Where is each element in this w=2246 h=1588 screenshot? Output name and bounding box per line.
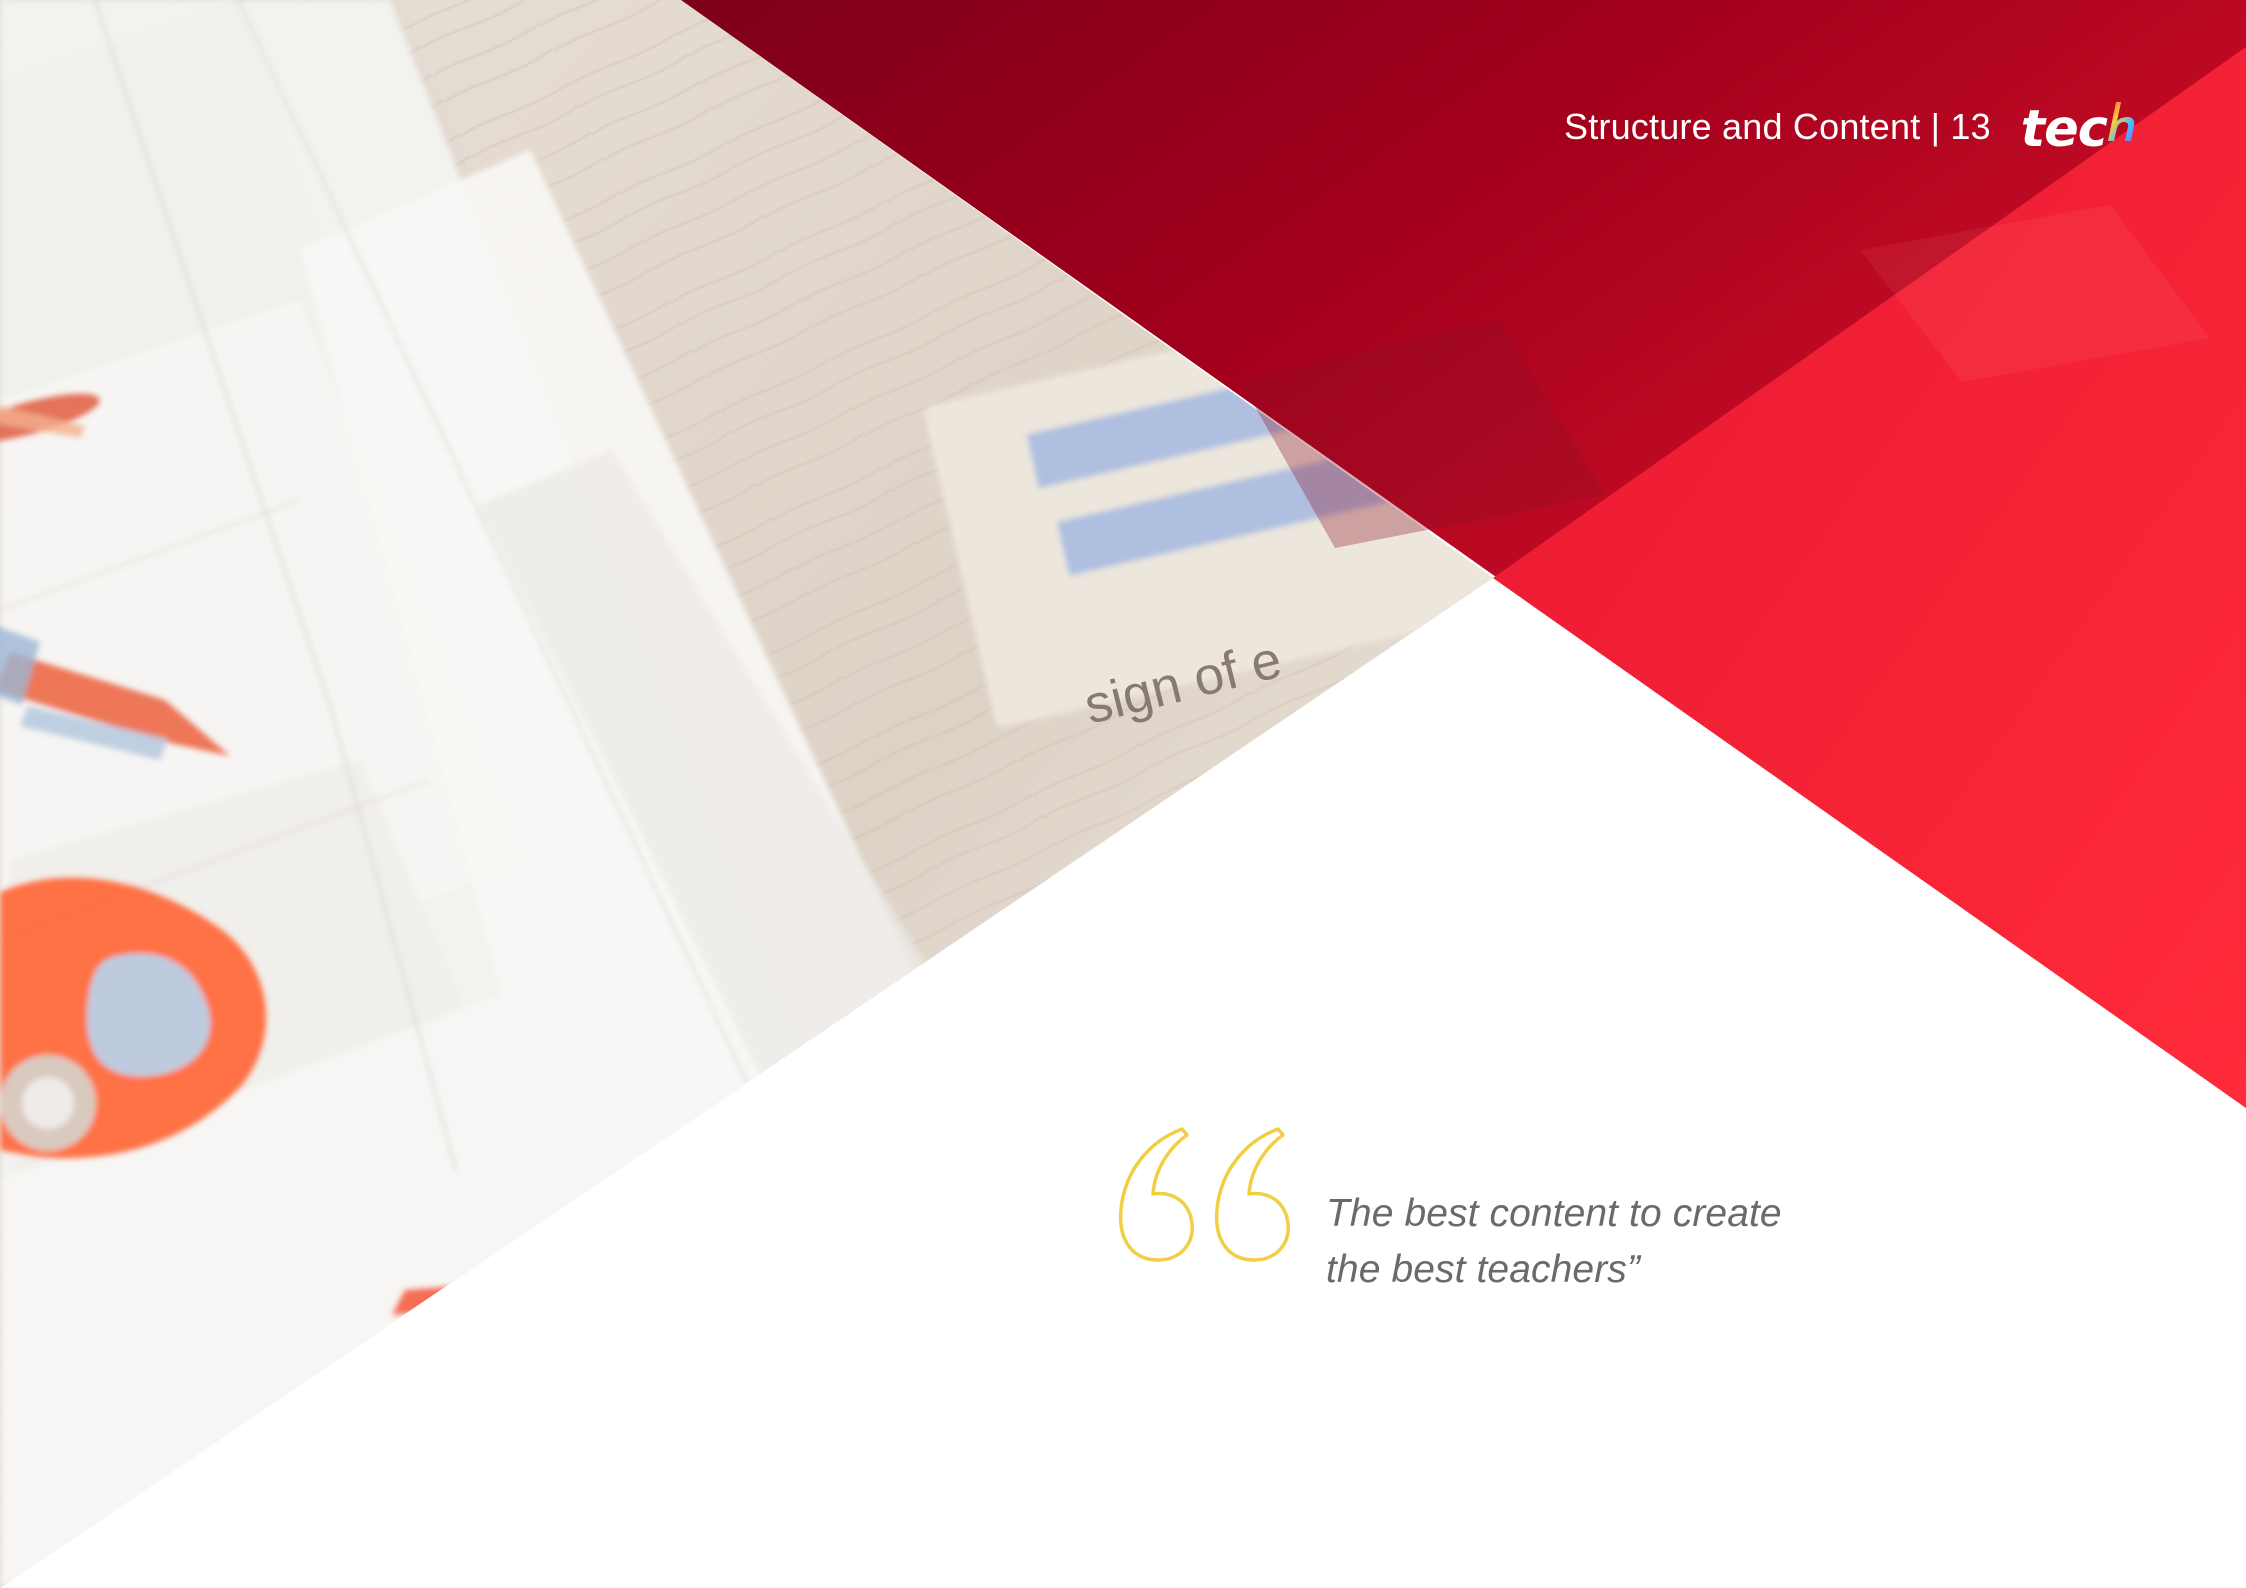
page-header: Structure and Content | 13 tec — [1564, 98, 2136, 155]
document-page: sign of e Structure and Content | 13 tec — [0, 0, 2246, 1588]
tech-logo: tec — [2021, 98, 2136, 155]
logo-h-icon — [2108, 98, 2136, 146]
page-artwork: sign of e — [0, 0, 2246, 1588]
quote-open-icon — [1118, 1127, 1290, 1262]
logo-wordmark: tec — [2020, 100, 2108, 159]
quote-text: The best content to create the best teac… — [1326, 1186, 1846, 1298]
quote-line-1: The best content to create — [1326, 1192, 1782, 1235]
quote-line-2: the best teachers” — [1326, 1248, 1640, 1291]
section-page-label: Structure and Content | 13 — [1563, 105, 1991, 147]
